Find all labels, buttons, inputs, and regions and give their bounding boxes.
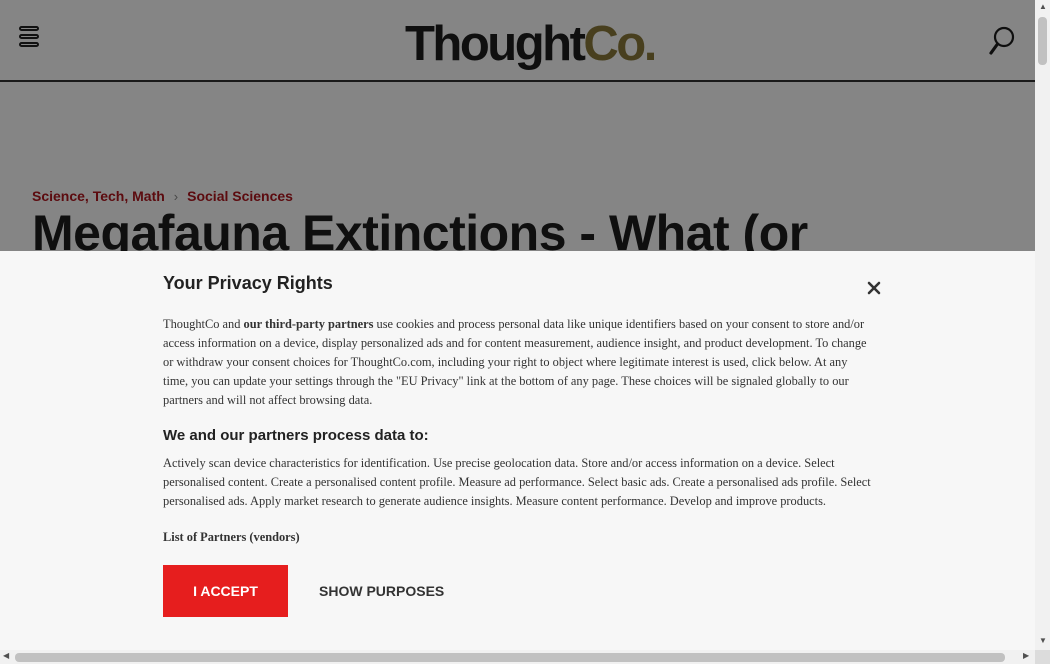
scroll-down-arrow-icon[interactable]: ▼ xyxy=(1039,636,1047,645)
scrollbar-corner xyxy=(1035,650,1050,664)
consent-purposes: Actively scan device characteristics for… xyxy=(163,454,875,511)
close-icon[interactable] xyxy=(867,281,881,295)
consent-purposes-text: Actively scan device characteristics for… xyxy=(163,456,871,508)
list-of-partners-link[interactable]: List of Partners (vendors) xyxy=(163,530,300,545)
privacy-consent-dialog: Your Privacy Rights ThoughtCo and our th… xyxy=(0,251,1035,650)
third-party-partners-link[interactable]: our third-party partners xyxy=(244,317,374,331)
vertical-scroll-thumb[interactable] xyxy=(1038,17,1047,65)
scroll-up-arrow-icon[interactable]: ▲ xyxy=(1039,2,1047,11)
consent-intro-lead: ThoughtCo and xyxy=(163,317,244,331)
vertical-scrollbar[interactable]: ▲ ▼ xyxy=(1035,0,1050,650)
consent-subheading: We and our partners process data to: xyxy=(163,427,429,444)
scroll-left-arrow-icon[interactable]: ◀ xyxy=(3,651,9,660)
accept-button[interactable]: I ACCEPT xyxy=(163,565,288,617)
consent-title: Your Privacy Rights xyxy=(163,273,333,293)
show-purposes-button[interactable]: SHOW PURPOSES xyxy=(311,565,452,617)
consent-description: ThoughtCo and our third-party partners u… xyxy=(163,315,875,410)
horizontal-scroll-thumb[interactable] xyxy=(15,653,1005,662)
scroll-right-arrow-icon[interactable]: ▶ xyxy=(1023,651,1029,660)
horizontal-scrollbar[interactable]: ◀ ▶ xyxy=(0,650,1035,664)
